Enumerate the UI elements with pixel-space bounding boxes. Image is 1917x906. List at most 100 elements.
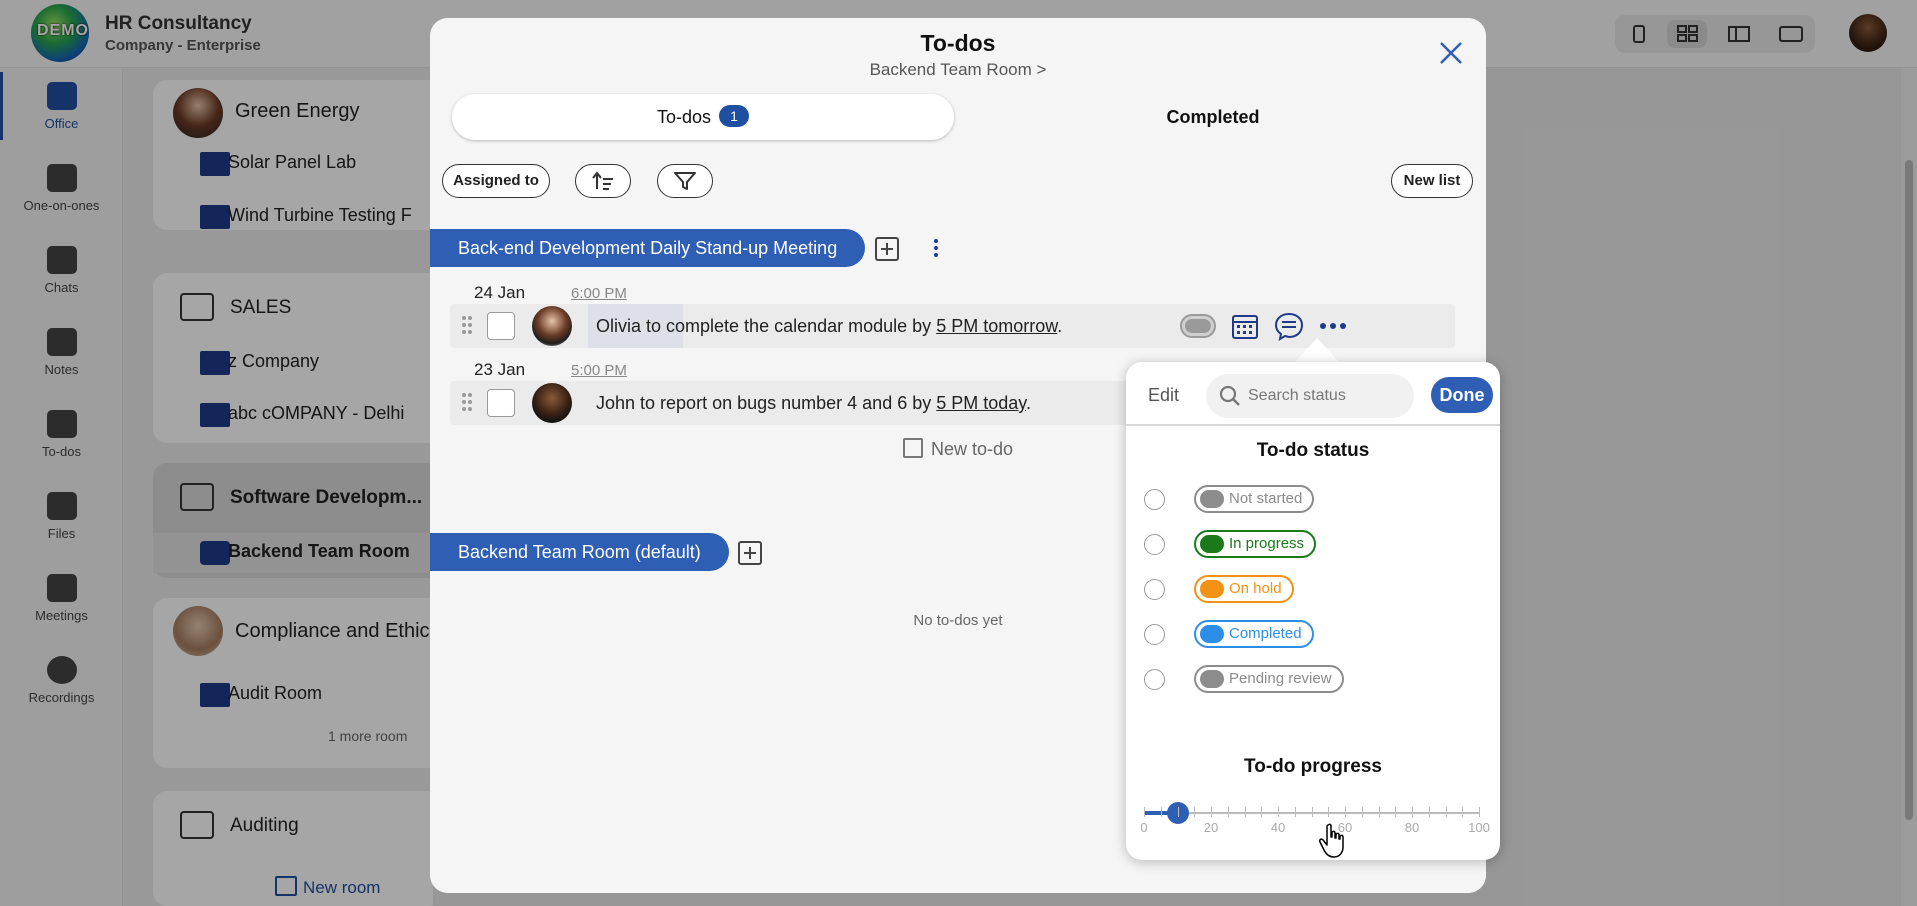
slider-tick-label: 40 bbox=[1270, 820, 1286, 835]
status-search-field[interactable] bbox=[1206, 374, 1414, 418]
status-swatch bbox=[1200, 535, 1224, 553]
tab-completed[interactable]: Completed bbox=[960, 94, 1466, 140]
todo-progress-title: To-do progress bbox=[1244, 756, 1382, 777]
calendar-icon bbox=[1232, 315, 1258, 339]
list-header[interactable]: Back-end Development Daily Stand-up Meet… bbox=[430, 229, 866, 267]
status-chip: On hold bbox=[1194, 575, 1294, 603]
status-option-not-started[interactable]: Not started bbox=[1144, 484, 1484, 514]
status-radio[interactable] bbox=[1144, 534, 1165, 555]
slider-tick bbox=[1227, 807, 1229, 817]
filter-button[interactable] bbox=[657, 164, 713, 198]
new-list-button[interactable]: New list bbox=[1391, 164, 1473, 198]
slider-tick bbox=[1160, 807, 1162, 817]
slider-tick bbox=[1345, 807, 1346, 817]
slider-tick bbox=[1261, 807, 1263, 817]
status-toggle-button[interactable] bbox=[1178, 310, 1218, 347]
slider-tick-label: 20 bbox=[1203, 820, 1219, 835]
slider-tick bbox=[1211, 807, 1212, 817]
tab-todos[interactable]: To-dos 1 bbox=[452, 94, 954, 140]
todo-date: 23 Jan bbox=[474, 360, 526, 379]
slider-tick bbox=[1244, 807, 1246, 817]
close-icon bbox=[1440, 42, 1462, 64]
modal-header: To-dos Backend Team Room > To-dos 1 Compl… bbox=[430, 18, 1486, 148]
status-radio[interactable] bbox=[1144, 579, 1165, 600]
todo-text[interactable]: John to report on bugs number 4 and 6 by… bbox=[596, 393, 1031, 414]
slider-tick bbox=[1378, 807, 1380, 817]
done-button[interactable]: Done bbox=[1431, 377, 1493, 413]
hand-cursor-icon bbox=[1319, 823, 1344, 858]
sort-icon bbox=[592, 171, 613, 190]
slider-tick bbox=[1428, 807, 1430, 817]
status-swatch bbox=[1200, 670, 1224, 688]
status-chip: Completed bbox=[1194, 620, 1314, 648]
modal-subtitle-link[interactable]: Backend Team Room > bbox=[430, 60, 1486, 80]
drag-handle-icon[interactable] bbox=[462, 316, 474, 336]
status-radio[interactable] bbox=[1144, 669, 1165, 690]
status-swatch bbox=[1200, 580, 1224, 598]
due-date-link[interactable]: 5 PM tomorrow bbox=[936, 316, 1057, 336]
slider-tick-label: 0 bbox=[1140, 820, 1148, 835]
status-chip: Pending review bbox=[1194, 665, 1344, 693]
tab-label: To-dos bbox=[656, 107, 712, 127]
modal-title: To-dos bbox=[920, 30, 996, 56]
plus-square-icon bbox=[902, 438, 923, 458]
slider-tick bbox=[1144, 807, 1145, 817]
new-todo-label: New to-do bbox=[930, 439, 1014, 459]
status-option-in-progress[interactable]: In progress bbox=[1144, 529, 1484, 559]
todo-checkbox[interactable] bbox=[487, 389, 515, 417]
filter-icon bbox=[674, 172, 696, 190]
todo-checkbox[interactable] bbox=[487, 312, 515, 340]
slider-tick-label: 80 bbox=[1404, 820, 1420, 835]
todo-time[interactable]: 6:00 PM bbox=[571, 285, 627, 302]
search-icon bbox=[1219, 385, 1240, 406]
slider-tick bbox=[1412, 807, 1413, 817]
status-toggle-icon bbox=[1180, 314, 1216, 338]
todo-count-badge: 1 bbox=[719, 105, 750, 127]
assignee-avatar bbox=[532, 383, 572, 423]
slider-tick bbox=[1361, 807, 1363, 817]
slider-tick bbox=[1395, 807, 1397, 817]
assigned-to-filter[interactable]: Assigned to bbox=[442, 164, 550, 198]
slider-tick bbox=[1177, 807, 1179, 817]
edit-statuses-button[interactable]: Edit bbox=[1148, 385, 1179, 406]
status-swatch bbox=[1200, 625, 1224, 643]
slider-tick bbox=[1445, 807, 1447, 817]
status-popover: Edit Done To-do status Not started In pr… bbox=[1126, 362, 1500, 860]
popover-arrow bbox=[1293, 338, 1341, 364]
slider-tick bbox=[1294, 807, 1296, 817]
todo-status-title: To-do status bbox=[1256, 440, 1370, 461]
calendar-button[interactable] bbox=[1229, 310, 1261, 347]
tab-label: Completed bbox=[1166, 107, 1260, 127]
more-vertical-icon[interactable] bbox=[933, 238, 939, 260]
list-header[interactable]: Backend Team Room (default) bbox=[430, 533, 729, 571]
slider-tick bbox=[1328, 807, 1330, 817]
status-chip: Not started bbox=[1194, 485, 1315, 513]
divider bbox=[1126, 424, 1500, 426]
status-radio[interactable] bbox=[1144, 489, 1165, 510]
status-option-on-hold[interactable]: On hold bbox=[1144, 574, 1484, 604]
assignee-avatar bbox=[532, 306, 572, 346]
status-option-completed[interactable]: Completed bbox=[1144, 619, 1484, 649]
status-chip: In progress bbox=[1194, 530, 1317, 558]
drag-handle-icon[interactable] bbox=[462, 393, 474, 413]
close-button[interactable] bbox=[1436, 38, 1466, 68]
status-search-input[interactable] bbox=[1248, 384, 1398, 408]
todo-time[interactable]: 5:00 PM bbox=[571, 362, 627, 379]
add-todo-icon[interactable] bbox=[738, 541, 762, 565]
slider-tick bbox=[1311, 807, 1313, 817]
add-todo-icon[interactable] bbox=[875, 237, 899, 261]
status-radio[interactable] bbox=[1144, 624, 1165, 645]
sort-button[interactable] bbox=[575, 164, 631, 198]
todo-date: 24 Jan bbox=[474, 283, 526, 302]
todo-text[interactable]: Olivia to complete the calendar module b… bbox=[596, 316, 1062, 337]
slider-tick bbox=[1278, 807, 1279, 817]
tab-bar: To-dos 1 Completed bbox=[452, 94, 1466, 142]
progress-slider[interactable]: 0 20 40 60 80 100 bbox=[1140, 802, 1490, 852]
slider-tick bbox=[1462, 807, 1464, 817]
slider-tick bbox=[1479, 807, 1480, 817]
slider-tick bbox=[1194, 807, 1196, 817]
status-swatch bbox=[1200, 490, 1224, 508]
slider-tick-label: 100 bbox=[1468, 820, 1490, 835]
status-option-pending-review[interactable]: Pending review bbox=[1144, 664, 1484, 694]
due-date-link[interactable]: 5 PM today bbox=[936, 393, 1026, 413]
